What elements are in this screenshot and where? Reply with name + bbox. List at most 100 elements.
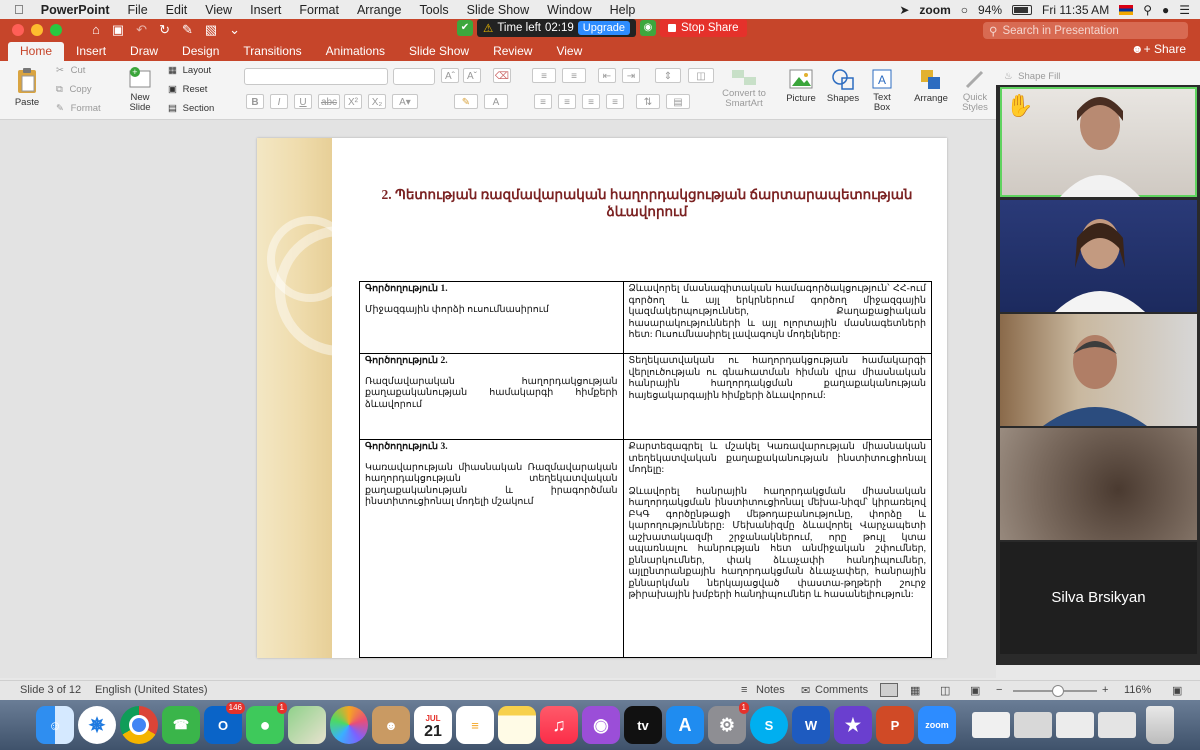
facetime-icon[interactable]: ☎ (162, 706, 200, 744)
podcasts-icon[interactable]: ◉ (582, 706, 620, 744)
indent-button[interactable]: ⇥ (622, 68, 640, 83)
menu-edit[interactable]: Edit (157, 3, 197, 17)
edit-icon[interactable]: ✎ (182, 22, 193, 38)
recent-window-thumbnail[interactable] (1056, 712, 1094, 738)
minimize-window-button[interactable] (31, 24, 43, 36)
photos-icon[interactable] (330, 706, 368, 744)
present-icon[interactable]: ▧ (205, 22, 217, 38)
zoom-window-button[interactable] (50, 24, 62, 36)
align-left-button[interactable]: ≡ (534, 94, 552, 109)
trash-icon[interactable] (1146, 706, 1174, 744)
bullets-button[interactable]: ≡ (532, 68, 556, 83)
paste-button[interactable]: Paste (10, 67, 44, 108)
calendar-icon[interactable]: JUL 21 (414, 706, 452, 744)
decrease-font-button[interactable]: Aˇ (463, 68, 481, 83)
menu-app-name[interactable]: PowerPoint (32, 3, 119, 17)
close-window-button[interactable] (12, 24, 24, 36)
menu-file[interactable]: File (119, 3, 157, 17)
reminders-icon[interactable]: ≡ (456, 706, 494, 744)
line-spacing-button[interactable]: ⇕ (655, 68, 681, 83)
align-center-button[interactable]: ≡ (558, 94, 576, 109)
tab-home[interactable]: Home (8, 42, 65, 61)
increase-font-button[interactable]: Aˆ (441, 68, 459, 83)
notes-app-icon[interactable] (498, 706, 536, 744)
activities-table[interactable]: Գործողություն 1. Միջազգային փորձի ուսում… (359, 281, 933, 658)
menu-help[interactable]: Help (601, 3, 645, 17)
layout-button[interactable]: ▦ Layout (168, 65, 211, 76)
tab-slide-show[interactable]: Slide Show (397, 42, 481, 61)
strikethrough-button[interactable]: abc (318, 94, 340, 109)
apple-icon[interactable]:  (0, 2, 32, 17)
safari-icon[interactable]: ✵ (78, 706, 116, 744)
comments-button[interactable]: Comments (815, 684, 868, 696)
wifi-icon[interactable]: ○ (961, 3, 968, 17)
description-cell[interactable]: Տեղեկատվական ու հաղորդակցության համակարգ… (622, 353, 933, 440)
video-tile-4[interactable] (1000, 428, 1197, 540)
format-painter-button[interactable]: ✎ Format (56, 103, 101, 114)
flag-icon[interactable] (1119, 4, 1134, 15)
notes-button[interactable]: Notes (756, 684, 785, 696)
powerpoint-icon[interactable]: P (876, 706, 914, 744)
columns-button[interactable]: ◫ (688, 68, 714, 83)
subscript-button[interactable]: X₂ (368, 94, 386, 109)
menu-view[interactable]: View (196, 3, 241, 17)
notes-icon[interactable]: ≡ (741, 684, 747, 696)
stop-share-button[interactable]: Stop Share (659, 19, 747, 37)
underline-button[interactable]: U (294, 94, 312, 109)
recent-window-thumbnail[interactable] (1098, 712, 1136, 738)
text-box-button[interactable]: A Text Box (868, 67, 896, 113)
comments-icon[interactable]: ✉ (801, 684, 810, 697)
battery-percent[interactable]: 94% (978, 3, 1002, 17)
zoom-in-button[interactable]: + (1102, 684, 1108, 696)
upgrade-button[interactable]: Upgrade (577, 21, 630, 35)
slideshow-view-icon[interactable]: ▣ (970, 684, 980, 697)
save-icon[interactable]: ▣ (112, 22, 124, 38)
text-direction-button[interactable]: ⇅ (636, 94, 660, 109)
zoom-menu-label[interactable]: zoom (919, 3, 950, 17)
convert-smartart-button[interactable]: Convert to SmartArt (720, 67, 768, 109)
control-center-icon[interactable]: ☰ (1179, 3, 1190, 17)
tab-transitions[interactable]: Transitions (231, 42, 313, 61)
picture-button[interactable]: Picture (784, 67, 818, 104)
customize-icon[interactable]: ⌄ (229, 22, 240, 38)
tab-insert[interactable]: Insert (64, 42, 118, 61)
video-tile-1[interactable]: ✋ (1000, 87, 1197, 197)
superscript-button[interactable]: X² (344, 94, 362, 109)
description-cell[interactable]: Քարտեզագրել և մշակել Կառավարության միասն… (622, 439, 933, 658)
slide-sorter-icon[interactable]: ▦ (910, 684, 920, 697)
recent-window-thumbnail[interactable] (972, 712, 1010, 738)
menu-tools[interactable]: Tools (410, 3, 457, 17)
menu-insert[interactable]: Insert (241, 3, 290, 17)
zoom-app-icon[interactable]: zoom (918, 706, 956, 744)
video-tile-named[interactable]: Silva Brsikyan (1000, 542, 1197, 654)
tab-review[interactable]: Review (481, 42, 544, 61)
shield-icon[interactable]: ✔ (457, 20, 473, 36)
skype-icon[interactable]: S (750, 706, 788, 744)
share-button[interactable]: ☻+ Share (1131, 42, 1186, 56)
font-color-button[interactable]: A▾ (392, 94, 418, 109)
menu-format[interactable]: Format (290, 3, 348, 17)
app-store-icon[interactable]: A (666, 706, 704, 744)
highlight-button[interactable]: ✎ (454, 94, 478, 109)
fit-slide-icon[interactable]: ▣ (1172, 684, 1182, 697)
slide-title[interactable]: 2. Պետության ռազմավարական հաղորդակցությա… (367, 186, 927, 220)
clear-format-button[interactable]: ⌫ (493, 68, 511, 83)
video-tile-2[interactable] (1000, 200, 1197, 312)
recent-window-thumbnail[interactable] (1014, 712, 1052, 738)
shapes-button[interactable]: Shapes (826, 67, 860, 104)
normal-view-icon[interactable] (880, 683, 898, 697)
language-indicator[interactable]: English (United States) (95, 684, 208, 696)
apple-tv-icon[interactable]: tv (624, 706, 662, 744)
quick-styles-button[interactable]: Quick Styles (958, 67, 992, 113)
contacts-icon[interactable]: ☻ (372, 706, 410, 744)
outlook-icon[interactable]: O 146 (204, 702, 245, 744)
text-color-button[interactable]: A (484, 94, 508, 109)
reset-button[interactable]: ▣ Reset (168, 84, 207, 95)
undo-icon[interactable]: ↶ (136, 22, 147, 38)
tab-draw[interactable]: Draw (118, 42, 170, 61)
reading-view-icon[interactable]: ◫ (940, 684, 950, 697)
activity-cell[interactable]: Գործողություն 3. Կառավարության միասնական… (359, 439, 624, 658)
redo-icon[interactable]: ↻ (159, 22, 170, 38)
menu-slide-show[interactable]: Slide Show (458, 3, 539, 17)
arrange-button[interactable]: Arrange (912, 67, 950, 104)
